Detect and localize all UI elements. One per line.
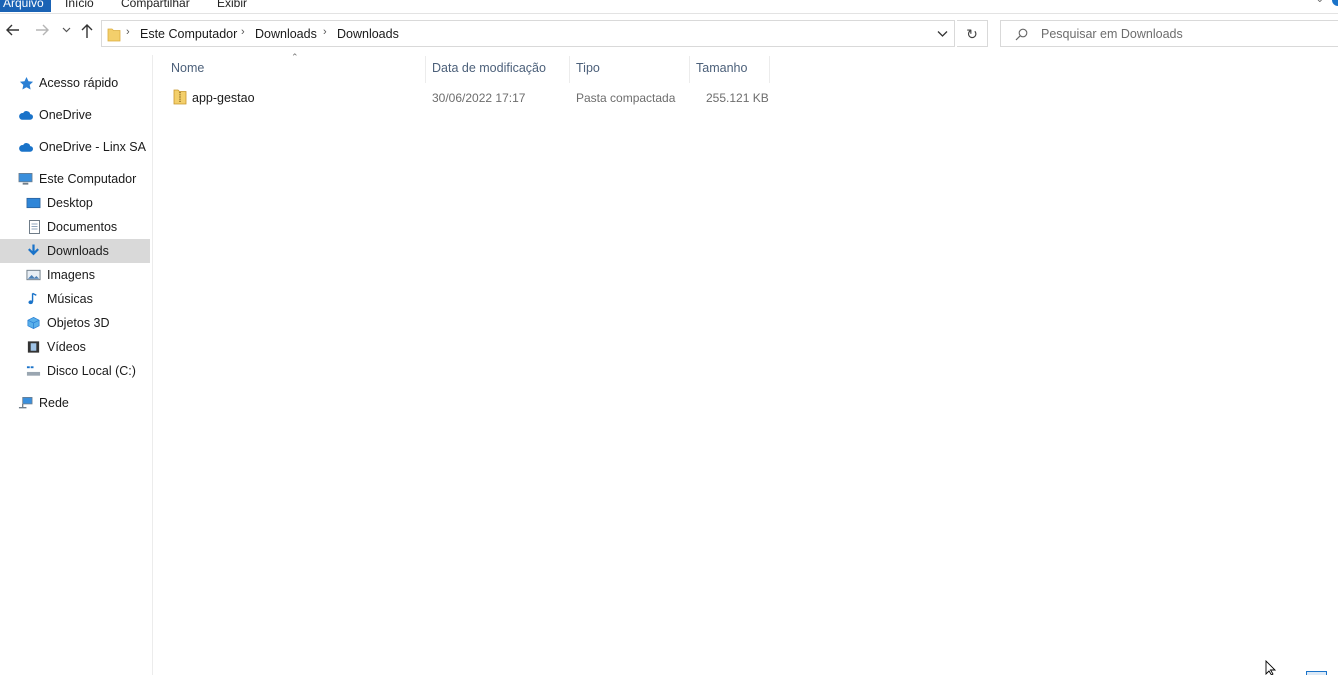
download-icon xyxy=(28,244,39,256)
tab-compartilhar[interactable]: Compartilhar xyxy=(118,0,193,12)
sidebar-item-label: OneDrive - Linx SA xyxy=(39,140,146,154)
refresh-icon: ↻ xyxy=(966,26,978,42)
desktop-icon xyxy=(26,197,41,209)
search-box[interactable]: Pesquisar em Downloads xyxy=(1000,20,1338,47)
breadcrumb-separator: › xyxy=(126,26,130,38)
sidebar-item-este-computador[interactable]: Este Computador xyxy=(0,167,150,191)
sidebar-item-imagens[interactable]: Imagens xyxy=(0,263,150,287)
column-header-name[interactable]: Nome xyxy=(171,61,204,75)
breadcrumb-separator: › xyxy=(241,26,245,38)
music-icon xyxy=(28,292,37,305)
breadcrumb-separator: › xyxy=(323,26,327,38)
sidebar-item-onedrive[interactable]: OneDrive xyxy=(0,103,150,127)
forward-button[interactable] xyxy=(33,23,51,43)
sidebar-item-label: Disco Local (C:) xyxy=(47,364,136,378)
sidebar-item-label: Objetos 3D xyxy=(47,316,110,330)
sidebar-item-onedrive-linx[interactable]: OneDrive - Linx SA xyxy=(0,135,150,159)
column-divider[interactable] xyxy=(569,56,570,83)
sidebar-item-videos[interactable]: Vídeos xyxy=(0,335,150,359)
sidebar-item-downloads[interactable]: Downloads xyxy=(0,239,150,263)
sidebar-item-label: Este Computador xyxy=(39,172,137,186)
details-view-button[interactable] xyxy=(1306,671,1327,675)
address-bar[interactable]: › Este Computador › Downloads › Download… xyxy=(101,20,955,47)
tab-arquivo[interactable]: Arquivo xyxy=(0,0,51,12)
arrow-left-icon xyxy=(6,24,19,36)
cloud-icon xyxy=(19,111,33,120)
drive-icon xyxy=(26,366,41,376)
back-button[interactable] xyxy=(4,23,22,43)
sidebar-item-label: Rede xyxy=(39,396,69,410)
file-size: 255.121 KB xyxy=(706,91,769,105)
expand-ribbon-icon[interactable]: ⌄ xyxy=(1316,0,1324,5)
sidebar-item-label: OneDrive xyxy=(39,108,92,122)
column-header-date[interactable]: Data de modificação xyxy=(432,61,546,75)
image-icon xyxy=(26,269,41,281)
column-divider[interactable] xyxy=(425,56,426,83)
cloud-icon xyxy=(19,143,33,152)
chevron-down-icon xyxy=(62,27,70,33)
breadcrumb-downloads[interactable]: Downloads xyxy=(255,27,317,41)
chevron-down-icon[interactable] xyxy=(937,30,948,38)
navigation-pane: Acesso rápido OneDrive OneDrive - Linx S… xyxy=(0,55,153,675)
column-divider[interactable] xyxy=(689,56,690,83)
search-icon xyxy=(1015,28,1028,41)
file-date: 30/06/2022 17:17 xyxy=(432,91,526,105)
column-header-type[interactable]: Tipo xyxy=(576,61,600,75)
breadcrumb-downloads-current[interactable]: Downloads xyxy=(337,27,399,41)
file-name[interactable]: app-gestao xyxy=(192,91,255,105)
document-icon xyxy=(29,220,40,234)
refresh-button[interactable]: ↻ xyxy=(957,20,988,47)
sidebar-item-documentos[interactable]: Documentos xyxy=(0,215,150,239)
sidebar-item-label: Músicas xyxy=(47,292,93,306)
sidebar-item-label: Desktop xyxy=(47,196,93,210)
search-placeholder: Pesquisar em Downloads xyxy=(1041,27,1183,41)
breadcrumb-este-computador[interactable]: Este Computador xyxy=(140,27,237,41)
cube-icon xyxy=(27,316,40,330)
sidebar-item-label: Acesso rápido xyxy=(39,76,119,90)
sidebar-item-acesso-rapido[interactable]: Acesso rápido xyxy=(0,71,150,95)
file-type: Pasta compactada xyxy=(576,91,676,105)
sidebar-item-label: Vídeos xyxy=(47,340,86,354)
mouse-cursor-icon xyxy=(1265,660,1277,675)
sidebar-item-label: Documentos xyxy=(47,220,118,234)
zip-folder-icon xyxy=(173,89,187,105)
ribbon-tabs: Arquivo Início Compartilhar Exibir ⌄ xyxy=(0,0,1338,14)
sort-ascending-icon: ⌃ xyxy=(291,52,299,62)
computer-icon xyxy=(18,173,33,185)
arrow-up-icon xyxy=(81,24,93,38)
arrow-right-icon xyxy=(36,24,49,36)
film-icon xyxy=(27,341,40,353)
sidebar-item-label: Imagens xyxy=(47,268,95,282)
star-icon xyxy=(19,77,34,90)
column-header-size[interactable]: Tamanho xyxy=(696,61,747,75)
sidebar-item-musicas[interactable]: Músicas xyxy=(0,287,150,311)
sidebar-item-disco-local[interactable]: Disco Local (C:) xyxy=(0,359,150,383)
sidebar-item-rede[interactable]: Rede xyxy=(0,391,150,415)
folder-icon xyxy=(107,28,121,42)
tab-exibir[interactable]: Exibir xyxy=(214,0,250,12)
network-icon xyxy=(18,397,33,409)
help-icon[interactable] xyxy=(1332,0,1338,6)
sidebar-item-objetos-3d[interactable]: Objetos 3D xyxy=(0,311,150,335)
column-divider[interactable] xyxy=(769,56,770,83)
up-button[interactable] xyxy=(79,23,95,45)
recent-locations-button[interactable] xyxy=(59,23,73,43)
sidebar-item-desktop[interactable]: Desktop xyxy=(0,191,150,215)
sidebar-item-label: Downloads xyxy=(47,244,109,258)
tab-inicio[interactable]: Início xyxy=(62,0,97,12)
